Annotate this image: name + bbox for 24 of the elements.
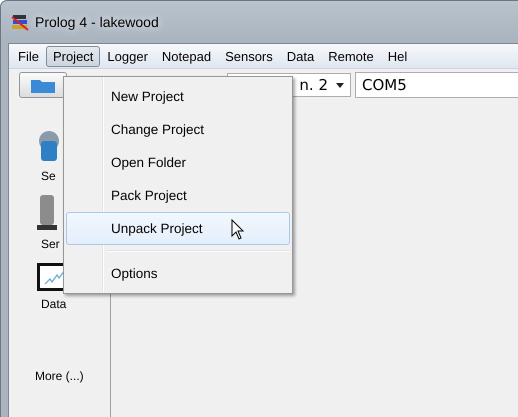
folder-button[interactable] xyxy=(19,72,67,98)
menu-item[interactable]: Sensors xyxy=(218,46,280,66)
menu-entry[interactable]: Open Folder xyxy=(66,146,290,179)
menu-entry[interactable]: Change Project xyxy=(66,113,290,146)
menu-entry[interactable]: Options xyxy=(66,257,290,290)
menu-item[interactable]: Remote xyxy=(321,46,381,66)
device-icon xyxy=(37,195,57,231)
sidebar-label[interactable]: Se xyxy=(37,169,56,183)
port-field[interactable]: COM5 xyxy=(355,72,518,98)
menu-entry[interactable]: Unpack Project xyxy=(66,212,290,245)
menu-item[interactable]: Notepad xyxy=(154,46,218,66)
more-link[interactable]: More (...) xyxy=(9,369,84,383)
menu-item[interactable]: File xyxy=(11,46,46,66)
menu-item[interactable]: Project xyxy=(46,46,100,66)
menu-item[interactable]: Data xyxy=(280,46,322,66)
cursor-icon xyxy=(231,219,245,241)
menu-entry[interactable]: Pack Project xyxy=(66,179,290,212)
sidebar-label[interactable]: Data xyxy=(37,297,66,311)
menu-item[interactable]: Logger xyxy=(100,46,155,66)
window-title: Prolog 4 - lakewood xyxy=(35,14,159,30)
sidebar-label[interactable]: Ser xyxy=(37,237,60,251)
app-icon xyxy=(11,13,29,31)
menu-entry[interactable]: New Project xyxy=(66,80,290,113)
menu-item[interactable]: Hel xyxy=(380,46,414,66)
